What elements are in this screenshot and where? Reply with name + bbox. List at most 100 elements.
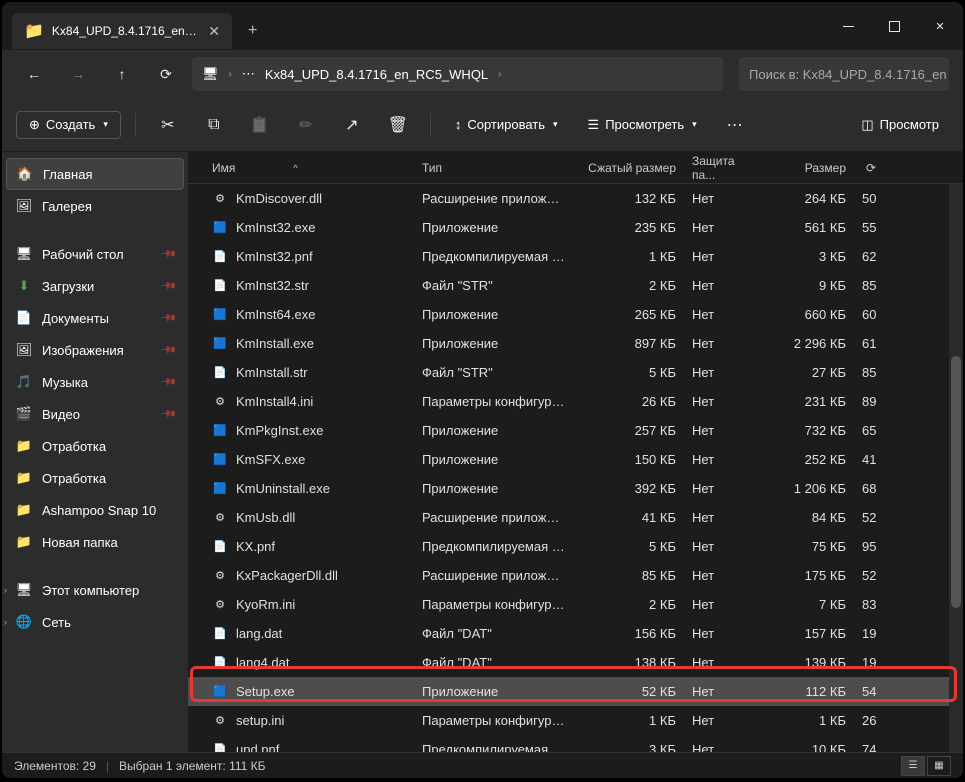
file-icon: 🟦 — [212, 452, 228, 468]
file-name: KmInstall.str — [236, 365, 308, 380]
sidebar-item-folder[interactable]: 📁Отработка — [6, 430, 184, 462]
new-tab-button[interactable]: + — [248, 22, 257, 40]
sidebar-item-desktop[interactable]: 🖥Рабочий стол📌 — [6, 238, 184, 270]
file-row[interactable]: 📄lang.dat Файл "DAT" 156 КБ Нет 157 КБ 1… — [188, 619, 959, 648]
share-button[interactable]: ↗ — [334, 107, 370, 143]
file-row[interactable]: 📄KmInstall.str Файл "STR" 5 КБ Нет 27 КБ… — [188, 358, 959, 387]
file-protection: Нет — [684, 510, 769, 525]
file-row[interactable]: 🟦Setup.exe Приложение 52 КБ Нет 112 КБ 5… — [188, 677, 959, 706]
file-name: KmInstall4.ini — [236, 394, 313, 409]
sidebar-item-videos[interactable]: 🎬Видео📌 — [6, 398, 184, 430]
file-protection: Нет — [684, 336, 769, 351]
window-controls: ✕ — [825, 2, 963, 50]
paste-button[interactable]: 📋 — [242, 107, 278, 143]
delete-button[interactable]: 🗑 — [380, 107, 416, 143]
forward-button[interactable]: → — [60, 56, 96, 92]
refresh-button[interactable]: ⟳ — [148, 56, 184, 92]
sidebar-item-folder[interactable]: 📁Ashampoo Snap 10 — [6, 494, 184, 526]
column-size[interactable]: Размер — [769, 161, 854, 175]
column-protection[interactable]: Защита па... — [684, 154, 769, 182]
sidebar-item-folder[interactable]: 📁Отработка — [6, 462, 184, 494]
file-row[interactable]: ⚙KyoRm.ini Параметры конфигурац... 2 КБ … — [188, 590, 959, 619]
sidebar-item-downloads[interactable]: ⬇Загрузки📌 — [6, 270, 184, 302]
file-type: Файл "STR" — [414, 278, 574, 293]
file-compressed-size: 1 КБ — [574, 249, 684, 264]
preview-pane-button[interactable]: ◫ Просмотр — [851, 112, 949, 138]
file-protection: Нет — [684, 742, 769, 752]
sidebar-item-documents[interactable]: 📄Документы📌 — [6, 302, 184, 334]
home-icon: 🏠 — [17, 166, 33, 182]
explorer-window: 📁 Kx84_UPD_8.4.1716_en_RC5_W ✕ + ✕ ← → ↑… — [2, 2, 963, 778]
pin-icon: 📌 — [159, 374, 176, 391]
file-row[interactable]: ⚙KmUsb.dll Расширение приложения 41 КБ Н… — [188, 503, 959, 532]
file-row[interactable]: 🟦KmInst64.exe Приложение 265 КБ Нет 660 … — [188, 300, 959, 329]
chevron-right-icon[interactable]: › — [4, 585, 7, 595]
sidebar-item-pictures[interactable]: 🖼Изображения📌 — [6, 334, 184, 366]
column-extra[interactable]: ⟳ — [854, 161, 884, 175]
file-type: Приложение — [414, 452, 574, 467]
pc-icon: 🖥 — [16, 582, 32, 598]
file-row[interactable]: 🟦KmUninstall.exe Приложение 392 КБ Нет 1… — [188, 474, 959, 503]
file-row[interactable]: 📄KmInst32.str Файл "STR" 2 КБ Нет 9 КБ 8… — [188, 271, 959, 300]
details-view-button[interactable]: ☰ — [901, 756, 925, 776]
sidebar-item-thispc[interactable]: ›🖥Этот компьютер — [6, 574, 184, 606]
file-row[interactable]: ⚙setup.ini Параметры конфигурац... 1 КБ … — [188, 706, 959, 735]
address-folder[interactable]: Kx84_UPD_8.4.1716_en_RC5_WHQL — [265, 67, 488, 82]
file-row[interactable]: 🟦KmInstall.exe Приложение 897 КБ Нет 2 2… — [188, 329, 959, 358]
file-row[interactable]: 📄KX.pnf Предкомпилируемая ин... 5 КБ Нет… — [188, 532, 959, 561]
file-protection: Нет — [684, 597, 769, 612]
file-compressed-size: 26 КБ — [574, 394, 684, 409]
new-button[interactable]: ⊕ Создать ▾ — [16, 111, 121, 139]
column-name[interactable]: Имя^ — [204, 161, 414, 175]
file-row[interactable]: 📄KmInst32.pnf Предкомпилируемая ин... 1 … — [188, 242, 959, 271]
scrollbar[interactable] — [949, 184, 963, 752]
scrollbar-thumb[interactable] — [951, 356, 961, 608]
sidebar-item-folder[interactable]: 📁Новая папка — [6, 526, 184, 558]
ellipsis-icon[interactable]: ⋯ — [242, 66, 255, 82]
sidebar-item-gallery[interactable]: 🖼Галерея — [6, 190, 184, 222]
back-button[interactable]: ← — [16, 56, 52, 92]
rename-button[interactable]: ✏ — [288, 107, 324, 143]
file-list[interactable]: ⚙KmDiscover.dll Расширение приложения 13… — [188, 184, 963, 752]
chevron-right-icon: › — [229, 69, 232, 80]
close-button[interactable]: ✕ — [917, 2, 963, 50]
file-extra: 85 — [854, 278, 884, 293]
sort-button[interactable]: ↕ Сортировать ▾ — [445, 112, 568, 137]
file-pane: Имя^ Тип Сжатый размер Защита па... Разм… — [188, 152, 963, 752]
up-button[interactable]: ↑ — [104, 56, 140, 92]
file-row[interactable]: ⚙KxPackagerDll.dll Расширение приложения… — [188, 561, 959, 590]
network-icon: 🌐 — [16, 614, 32, 630]
column-compressed-size[interactable]: Сжатый размер — [574, 161, 684, 175]
maximize-button[interactable] — [871, 2, 917, 50]
search-input[interactable]: Поиск в: Kx84_UPD_8.4.1716_en — [739, 57, 949, 91]
file-row[interactable]: ⚙KmDiscover.dll Расширение приложения 13… — [188, 184, 959, 213]
minimize-button[interactable] — [825, 2, 871, 50]
file-row[interactable]: ⚙KmInstall4.ini Параметры конфигурац... … — [188, 387, 959, 416]
file-compressed-size: 257 КБ — [574, 423, 684, 438]
copy-button[interactable]: ⧉ — [196, 107, 232, 143]
sidebar-item-music[interactable]: 🎵Музыка📌 — [6, 366, 184, 398]
grid-view-button[interactable]: ▦ — [927, 756, 951, 776]
toolbar: ⊕ Создать ▾ ✂ ⧉ 📋 ✏ ↗ 🗑 ↕ Сортировать ▾ … — [2, 98, 963, 152]
sidebar-item-home[interactable]: 🏠Главная — [6, 158, 184, 190]
file-row[interactable]: 🟦KmInst32.exe Приложение 235 КБ Нет 561 … — [188, 213, 959, 242]
file-compressed-size: 3 КБ — [574, 742, 684, 752]
more-button[interactable]: ⋯ — [717, 107, 753, 143]
file-size: 1 206 КБ — [769, 481, 854, 496]
sidebar-item-network[interactable]: ›🌐Сеть — [6, 606, 184, 638]
file-size: 84 КБ — [769, 510, 854, 525]
close-tab-icon[interactable]: ✕ — [208, 23, 220, 40]
folder-icon: 📁 — [24, 21, 44, 41]
address-bar[interactable]: 🖥 › ⋯ Kx84_UPD_8.4.1716_en_RC5_WHQL › — [192, 57, 723, 91]
chevron-right-icon[interactable]: › — [4, 617, 7, 627]
view-button[interactable]: ☰ Просмотреть ▾ — [578, 112, 707, 138]
column-type[interactable]: Тип — [414, 161, 574, 175]
cut-button[interactable]: ✂ — [150, 107, 186, 143]
file-row[interactable]: 🟦KmSFX.exe Приложение 150 КБ Нет 252 КБ … — [188, 445, 959, 474]
file-compressed-size: 138 КБ — [574, 655, 684, 670]
file-row[interactable]: 🟦KmPkgInst.exe Приложение 257 КБ Нет 732… — [188, 416, 959, 445]
chevron-right-icon: › — [498, 69, 501, 80]
file-row[interactable]: 📄lang4.dat Файл "DAT" 138 КБ Нет 139 КБ … — [188, 648, 959, 677]
file-row[interactable]: 📄upd.pnf Предкомпилируемая ин... 3 КБ Не… — [188, 735, 959, 752]
tab-active[interactable]: 📁 Kx84_UPD_8.4.1716_en_RC5_W ✕ — [12, 13, 232, 49]
